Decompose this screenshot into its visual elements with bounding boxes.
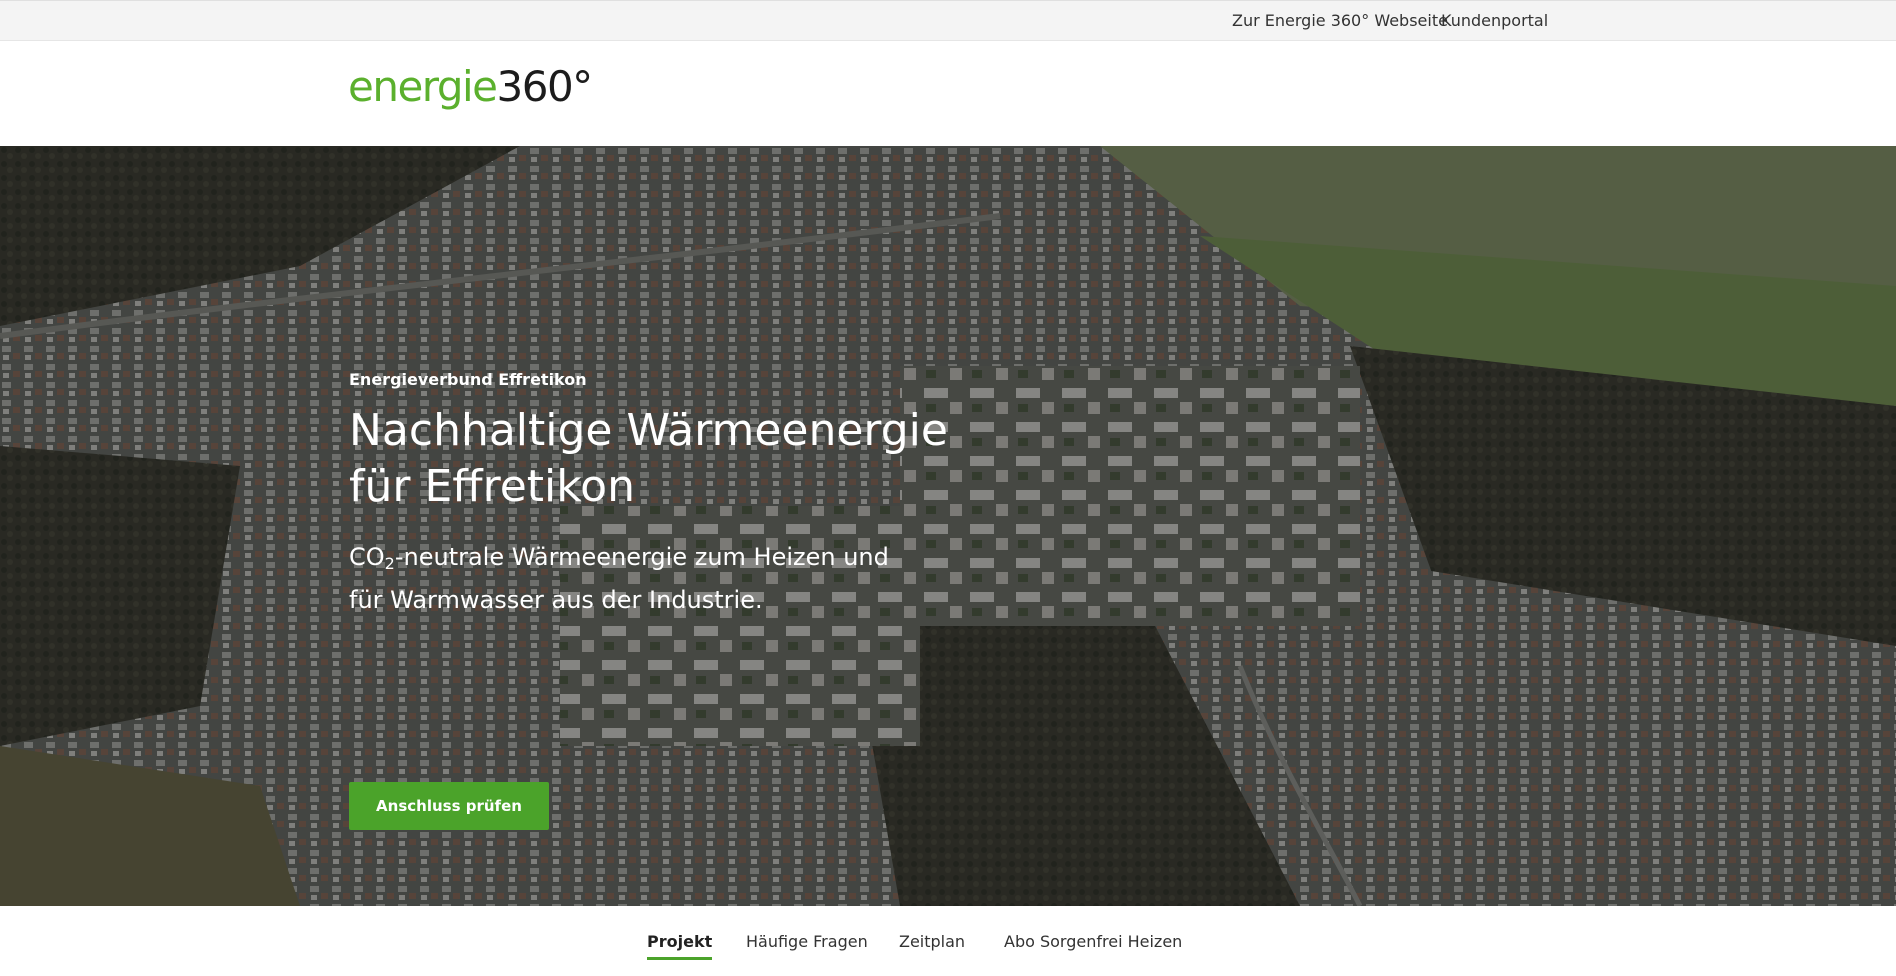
tab-zeitplan[interactable]: Zeitplan [899,932,965,957]
logo-wordmark-green: energie [348,62,498,111]
check-connection-button[interactable]: Anschluss prüfen [349,782,549,830]
energie360-website-link[interactable]: Zur Energie 360° Webseite [1232,11,1448,30]
site-header: energie360° [0,41,1896,146]
tab-haeufige-fragen[interactable]: Häufige Fragen [746,932,868,957]
logo-wordmark-dark: 360° [496,62,594,111]
top-utility-bar: Zur Energie 360° Webseite Kundenportal [0,0,1896,41]
tab-projekt[interactable]: Projekt [647,932,713,960]
co2-subscript: 2 [384,554,395,573]
hero-headline: Nachhaltige Wärmeenergie für Effretikon [349,405,948,512]
hero-eyebrow: Energieverbund Effretikon [349,370,587,389]
hero-subtitle-rest: -neutrale Wärmeenergie zum Heizen und fü… [349,543,889,614]
hero-subtitle: CO2-neutrale Wärmeenergie zum Heizen und… [349,539,929,618]
hero-content: Energieverbund Effretikon Nachhaltige Wä… [349,370,949,830]
hero-section: Energieverbund Effretikon Nachhaltige Wä… [0,146,1896,906]
tab-abo-sorgenfrei-heizen[interactable]: Abo Sorgenfrei Heizen [1004,932,1182,957]
customer-portal-link[interactable]: Kundenportal [1441,11,1548,30]
energie360-logo[interactable]: energie360° [348,66,593,108]
co2-prefix: CO [349,543,385,571]
section-tab-nav: Projekt Häufige Fragen Zeitplan Abo Sorg… [0,906,1896,976]
